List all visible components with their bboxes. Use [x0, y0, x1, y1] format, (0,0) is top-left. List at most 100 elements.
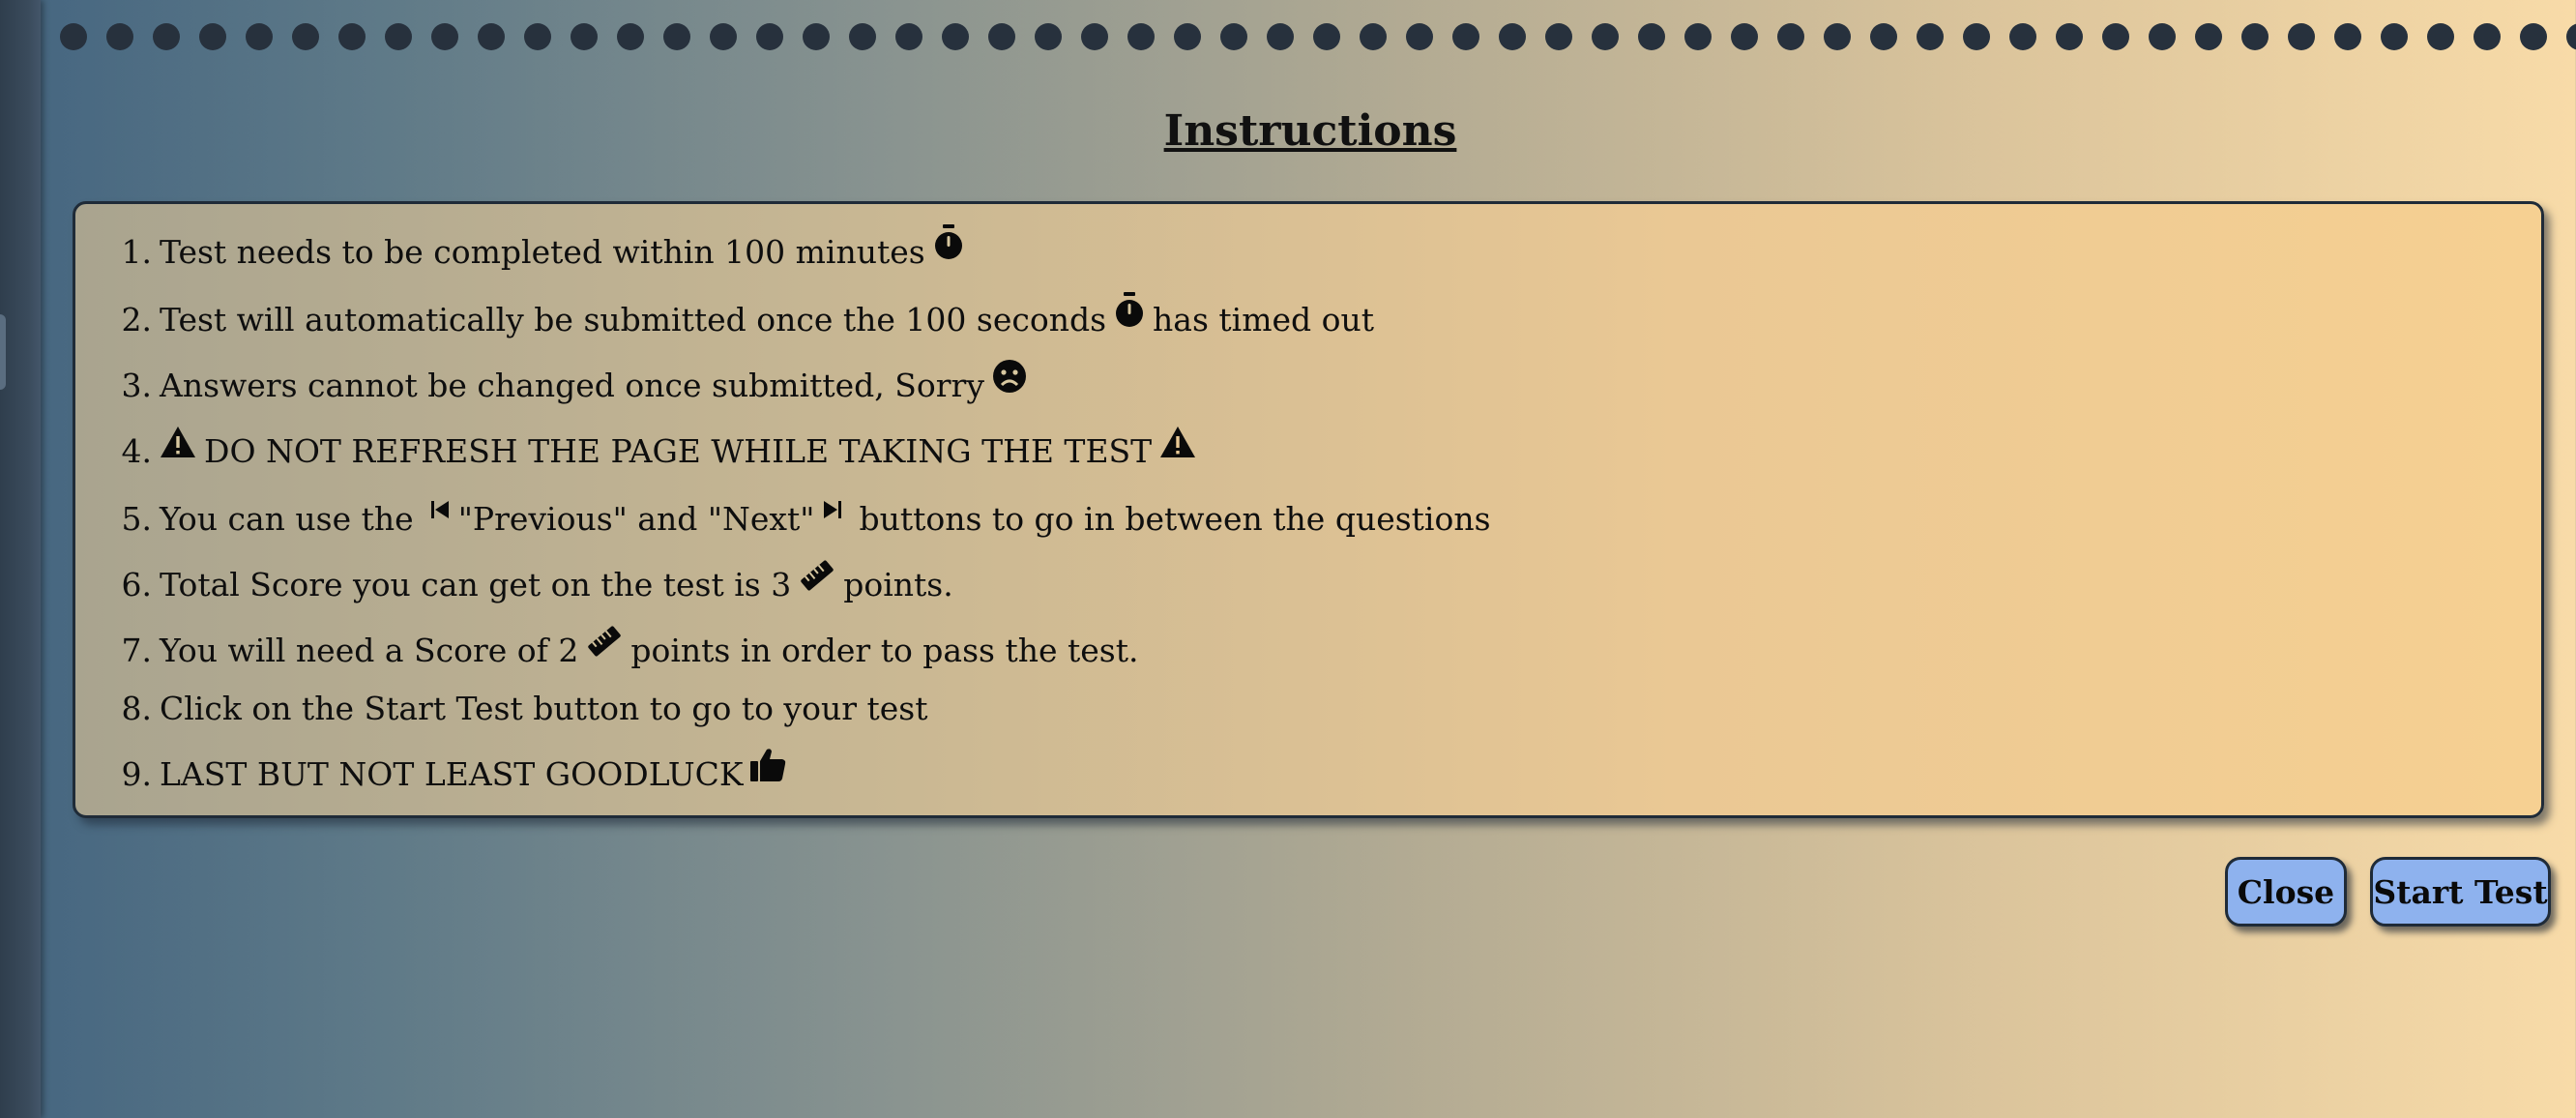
- item-number: 6.: [121, 566, 153, 603]
- border-dot: [60, 23, 87, 50]
- left-sidebar-rail: [0, 0, 41, 1118]
- border-dot: [2427, 23, 2454, 50]
- border-dot: [2520, 23, 2547, 50]
- item-text: DO NOT REFRESH THE PAGE WHILE TAKING THE…: [204, 432, 1153, 470]
- stopwatch-icon: [1114, 292, 1145, 329]
- border-dot: [478, 23, 505, 50]
- item-number: 9.: [121, 755, 153, 793]
- sidebar-toggle-tab[interactable]: [0, 314, 6, 390]
- border-dot: [1452, 23, 1479, 50]
- border-dot: [710, 23, 737, 50]
- border-dot: [385, 23, 412, 50]
- border-dot: [1035, 23, 1062, 50]
- start-test-button[interactable]: Start Test: [2370, 857, 2551, 927]
- border-dot: [1267, 23, 1294, 50]
- border-dot: [571, 23, 598, 50]
- thumbs-up-icon: [749, 748, 786, 782]
- border-dot: [1824, 23, 1851, 50]
- border-dot: [1127, 23, 1155, 50]
- border-dot: [895, 23, 922, 50]
- list-item: 2. Test will automatically be submitted …: [119, 292, 1375, 341]
- page-title: Instructions: [1163, 106, 1457, 156]
- item-number: 2.: [121, 301, 153, 338]
- item-number: 7.: [121, 632, 153, 669]
- border-dot: [524, 23, 551, 50]
- skip-previous-icon: [429, 499, 451, 520]
- item-text: points.: [843, 566, 953, 603]
- item-text: Total Score you can get on the test is 3: [160, 566, 792, 603]
- ruler-icon: [586, 623, 623, 660]
- dotted-border: [60, 14, 2576, 58]
- border-dot: [199, 23, 226, 50]
- item-text: "Previous" and "Next": [457, 500, 815, 538]
- border-dot: [988, 23, 1015, 50]
- border-dot: [2195, 23, 2222, 50]
- border-dot: [2009, 23, 2036, 50]
- border-dot: [2334, 23, 2361, 50]
- border-dot: [803, 23, 830, 50]
- item-number: 4.: [121, 432, 153, 470]
- border-dot: [2149, 23, 2176, 50]
- border-dot: [2288, 23, 2315, 50]
- border-dot: [1917, 23, 1944, 50]
- item-text: has timed out: [1153, 301, 1375, 338]
- skip-next-icon: [822, 499, 843, 520]
- border-dot: [1545, 23, 1572, 50]
- list-item: 9. LAST BUT NOT LEAST GOODLUCK: [119, 749, 794, 796]
- item-text: You can use the: [160, 500, 414, 538]
- border-dot: [1638, 23, 1665, 50]
- border-dot: [2381, 23, 2408, 50]
- border-dot: [2241, 23, 2269, 50]
- item-text: Answers cannot be changed once submitted…: [160, 367, 984, 404]
- border-dot: [1313, 23, 1340, 50]
- item-text: Test needs to be completed within 100 mi…: [160, 233, 925, 271]
- border-dot: [1731, 23, 1758, 50]
- list-item: 7. You will need a Score of 2 points in …: [119, 626, 1139, 672]
- border-dot: [1684, 23, 1712, 50]
- item-number: 8.: [121, 690, 153, 727]
- border-dot: [246, 23, 273, 50]
- list-item: 3. Answers cannot be changed once submit…: [119, 360, 1035, 407]
- border-dot: [2566, 23, 2576, 50]
- border-dot: [1963, 23, 1990, 50]
- item-text: points in order to pass the test.: [630, 632, 1139, 669]
- border-dot: [1870, 23, 1897, 50]
- warning-icon: [160, 426, 196, 458]
- border-dot: [2056, 23, 2083, 50]
- border-dot: [663, 23, 690, 50]
- border-dot: [849, 23, 876, 50]
- stopwatch-icon: [933, 224, 964, 261]
- item-number: 3.: [121, 367, 153, 404]
- instructions-panel: 1. Test needs to be completed within 100…: [73, 201, 2544, 818]
- border-dot: [1499, 23, 1526, 50]
- border-dot: [431, 23, 458, 50]
- item-text: Test will automatically be submitted onc…: [160, 301, 1107, 338]
- border-dot: [756, 23, 783, 50]
- close-button[interactable]: Close: [2225, 857, 2347, 927]
- border-dot: [106, 23, 133, 50]
- border-dot: [1360, 23, 1387, 50]
- warning-icon: [1159, 426, 1196, 458]
- border-dot: [617, 23, 644, 50]
- border-dot: [292, 23, 319, 50]
- ruler-icon: [799, 557, 835, 594]
- list-item: 8. Click on the Start Test button to go …: [119, 688, 928, 730]
- sad-face-icon: [992, 359, 1027, 394]
- list-item: 5. You can use the "Previous" and "Next"…: [119, 498, 1491, 541]
- item-text: buttons to go in between the questions: [859, 500, 1491, 538]
- list-item: 4. DO NOT REFRESH THE PAGE WHILE TAKING …: [119, 427, 1204, 473]
- border-dot: [1220, 23, 1247, 50]
- border-dot: [1406, 23, 1433, 50]
- border-dot: [942, 23, 969, 50]
- border-dot: [1174, 23, 1201, 50]
- item-text: Click on the Start Test button to go to …: [160, 690, 928, 727]
- border-dot: [1777, 23, 1804, 50]
- border-dot: [153, 23, 180, 50]
- list-item: 6. Total Score you can get on the test i…: [119, 560, 953, 606]
- border-dot: [1592, 23, 1619, 50]
- item-number: 5.: [121, 500, 153, 538]
- item-text: LAST BUT NOT LEAST GOODLUCK: [160, 755, 744, 793]
- list-item: 1. Test needs to be completed within 100…: [119, 224, 972, 274]
- border-dot: [2474, 23, 2501, 50]
- item-number: 1.: [121, 233, 153, 271]
